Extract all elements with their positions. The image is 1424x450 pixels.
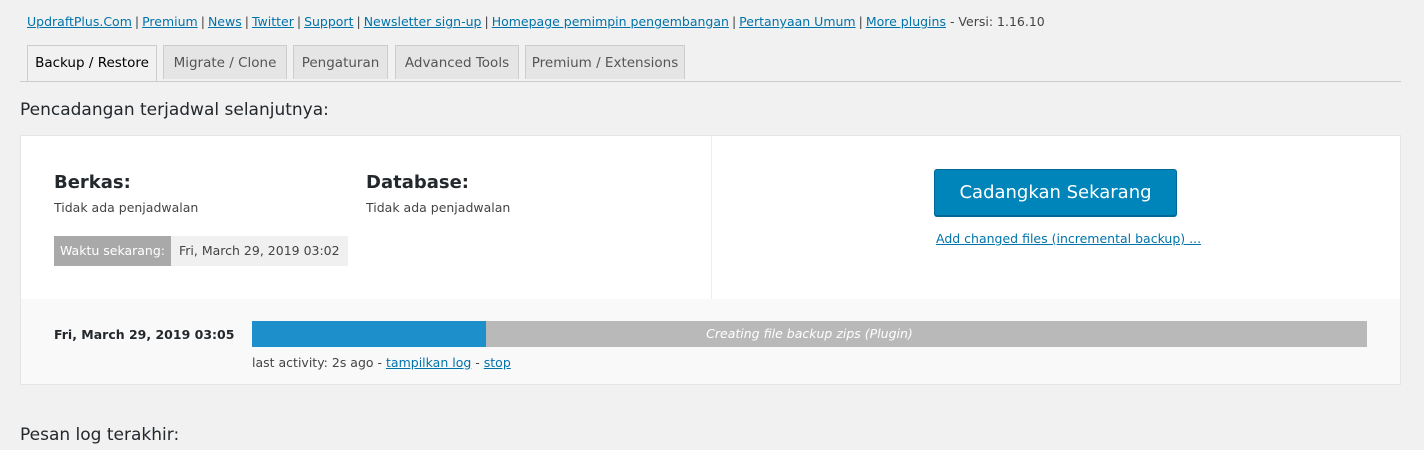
link-separator: | bbox=[134, 14, 140, 29]
link-support[interactable]: Support bbox=[304, 14, 353, 29]
panel-divider bbox=[711, 136, 712, 299]
tab-premium-extensions[interactable]: Premium / Extensions bbox=[525, 45, 685, 79]
tab-advanced-tools[interactable]: Advanced Tools bbox=[395, 45, 519, 79]
link-news[interactable]: News bbox=[208, 14, 242, 29]
progress-date: Fri, March 29, 2019 03:05 bbox=[54, 327, 235, 342]
link-separator: | bbox=[296, 14, 302, 29]
log-title: Pesan log terakhir: bbox=[20, 425, 180, 445]
link-updraftplus-com[interactable]: UpdraftPlus.Com bbox=[27, 14, 132, 29]
next-scheduled-title: Pencadangan terjadwal selanjutnya: bbox=[20, 100, 329, 120]
incremental-backup-link[interactable]: Add changed files (incremental backup) .… bbox=[936, 231, 1201, 246]
link-separator: | bbox=[200, 14, 205, 29]
link-separator: | bbox=[244, 14, 249, 29]
database-label: Database: bbox=[366, 172, 469, 193]
link-separator: | bbox=[731, 14, 737, 29]
link-more-plugins[interactable]: More plugins bbox=[866, 14, 946, 29]
files-label: Berkas: bbox=[54, 172, 131, 193]
current-time-box: Waktu sekarang: Fri, March 29, 2019 03:0… bbox=[54, 236, 348, 266]
version-text: - Versi: 1.16.10 bbox=[949, 14, 1045, 29]
tab-bar: Backup / Restore Migrate / Clone Pengatu… bbox=[20, 45, 1401, 82]
database-schedule-value: Tidak ada penjadwalan bbox=[366, 200, 511, 215]
files-schedule-value: Tidak ada penjadwalan bbox=[54, 200, 199, 215]
tab-backup-restore[interactable]: Backup / Restore bbox=[27, 45, 157, 81]
show-log-link[interactable]: tampilkan log bbox=[386, 355, 471, 370]
tab-settings[interactable]: Pengaturan bbox=[293, 45, 388, 79]
stop-link[interactable]: stop bbox=[484, 355, 511, 370]
progress-status-text: Creating file backup zips (Plugin) bbox=[706, 326, 913, 341]
link-separator: | bbox=[858, 14, 863, 29]
current-time-label: Waktu sekarang: bbox=[54, 236, 172, 266]
link-premium[interactable]: Premium bbox=[142, 14, 198, 29]
active-backup-progress: Fri, March 29, 2019 03:05 Creating file … bbox=[21, 299, 1400, 384]
link-twitter[interactable]: Twitter bbox=[252, 14, 294, 29]
link-separator: | bbox=[356, 14, 361, 29]
backup-now-button[interactable]: Cadangkan Sekarang bbox=[934, 169, 1177, 216]
link-faq[interactable]: Pertanyaan Umum bbox=[739, 14, 855, 29]
last-activity-line: last activity: 2s ago - tampilkan log - … bbox=[252, 355, 511, 370]
current-time-value: Fri, March 29, 2019 03:02 bbox=[171, 236, 348, 266]
tab-migrate-clone[interactable]: Migrate / Clone bbox=[163, 45, 287, 79]
top-links-bar: UpdraftPlus.Com | Premium | News | Twitter | Sup… bbox=[27, 14, 1045, 29]
link-separator: | bbox=[484, 14, 489, 29]
progress-bar: Creating file backup zips (Plugin) bbox=[252, 321, 1367, 347]
backup-status-panel: Berkas: Tidak ada penjadwalan Database: … bbox=[20, 135, 1401, 385]
activity-separator: - bbox=[475, 355, 480, 370]
link-newsletter-signup[interactable]: Newsletter sign-up bbox=[364, 14, 482, 29]
last-activity-text: last activity: 2s ago - bbox=[252, 355, 383, 370]
link-lead-developer-homepage[interactable]: Homepage pemimpin pengembangan bbox=[492, 14, 729, 29]
